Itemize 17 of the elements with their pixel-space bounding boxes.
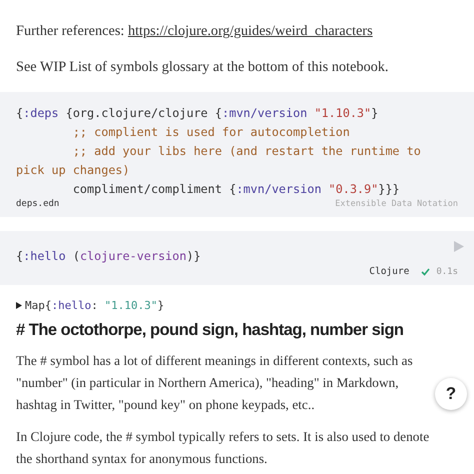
- play-icon: [454, 241, 464, 252]
- language-label: Extensible Data Notation: [335, 199, 458, 209]
- result-value: Map{:hello: "1.10.3"}: [25, 299, 164, 312]
- paragraph: Further references: https://clojure.org/guides/weird_characters: [16, 22, 374, 41]
- section-heading: # The octothorpe, pound sign, hashtag, number sign: [16, 320, 405, 341]
- language-label: Clojure: [369, 266, 410, 277]
- run-time: 0.1s: [436, 266, 458, 276]
- code-block[interactable]: {:deps {org.clojure/clojure {:mvn/version "1.10.3"} ;; complient is used for autocompletion ;; add your libs here (and restart the runtime to pick up changes) compliment/compliment {:mvn/version "0.3.9"}}}: [16, 104, 455, 199]
- link[interactable]: https://clojure.org/guides/weird_characters: [128, 23, 373, 39]
- help-button[interactable]: ?: [435, 378, 467, 410]
- paragraph: The # symbol has a lot of different meanings in different contexts, such as "number" (in particular in Northern America), "heading" in Markdown, hashtag in Twitter, "pound key" on phone keypads, etc..: [16, 352, 414, 414]
- paragraph: In Clojure code, the # symbol typically refers to sets. It is also used to denote the shorthand syntax for anonymous functions.: [16, 428, 430, 468]
- caret-right-icon: [16, 302, 22, 309]
- expand-toggle[interactable]: [16, 302, 22, 309]
- code-block[interactable]: {:hello (clojure-version)}: [16, 247, 215, 266]
- paragraph: See WIP List of symbols glossary at the bottom of this notebook.: [16, 58, 390, 77]
- file-name: deps.edn: [16, 199, 60, 209]
